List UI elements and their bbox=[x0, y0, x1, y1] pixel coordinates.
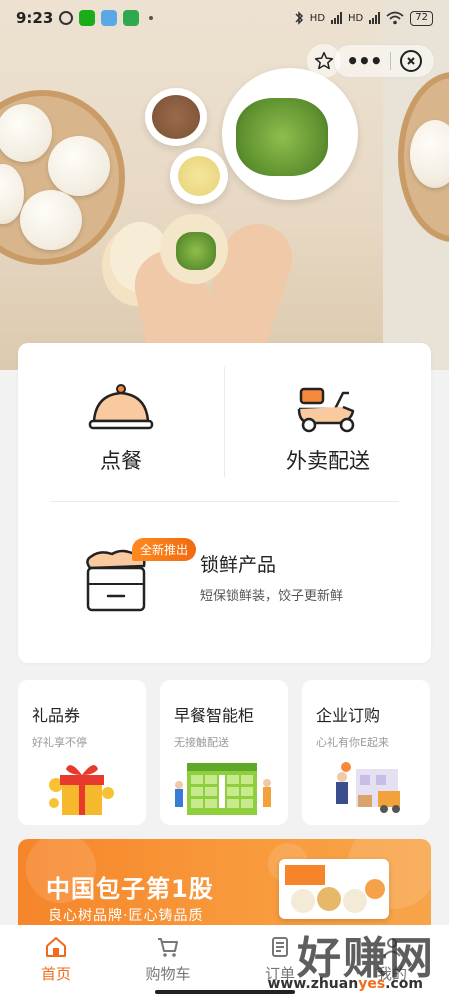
bluetooth-icon bbox=[295, 11, 303, 25]
dine-in-label: 点餐 bbox=[100, 449, 142, 473]
close-circle-icon[interactable] bbox=[399, 50, 422, 72]
smart-locker-icon bbox=[160, 749, 288, 819]
food-cloche-icon bbox=[88, 384, 154, 430]
battery-indicator: 72 bbox=[410, 10, 433, 26]
tile-subtitle: 无接触配送 bbox=[174, 736, 229, 749]
bun bbox=[20, 190, 82, 250]
watermark-url-suffix: .com bbox=[385, 976, 423, 992]
product-box-image bbox=[279, 859, 389, 919]
banner-subtitle: 良心树品牌·匠心铸品质 bbox=[48, 908, 204, 924]
notification-dot-icon bbox=[149, 16, 154, 20]
signal-icon bbox=[369, 12, 381, 24]
watermark-url: www.zhuanyes.com bbox=[267, 976, 423, 992]
horizontal-divider bbox=[50, 501, 399, 502]
oil bbox=[178, 156, 220, 196]
scooter-icon bbox=[297, 387, 355, 433]
fresh-text: 锁鲜产品 短保锁鲜装，饺子更新鲜 bbox=[200, 550, 343, 604]
fresh-subtitle: 短保锁鲜装，饺子更新鲜 bbox=[200, 589, 344, 604]
order-icon bbox=[272, 937, 288, 957]
wechat-icon bbox=[79, 10, 96, 26]
home-icon bbox=[46, 937, 66, 957]
capsule-divider bbox=[390, 52, 392, 70]
smart-locker-tile[interactable]: 早餐智能柜 无接触配送 bbox=[160, 680, 288, 825]
status-time: 9:23 bbox=[16, 9, 54, 27]
more-dots-icon[interactable]: ••• bbox=[346, 49, 382, 73]
alarm-icon bbox=[59, 11, 74, 25]
greens bbox=[236, 98, 328, 176]
wifi-icon bbox=[386, 11, 404, 25]
nav-home[interactable]: 首页 bbox=[0, 925, 112, 1000]
fresh-icon-wrap: 全新推出 bbox=[78, 538, 198, 618]
tile-title: 早餐智能柜 bbox=[174, 706, 255, 725]
dumpling-filling bbox=[176, 232, 216, 270]
gift-voucher-tile[interactable]: 礼品券 好礼享不停 bbox=[18, 680, 146, 825]
fresh-title: 锁鲜产品 bbox=[200, 554, 277, 576]
nav-cart[interactable]: 购物车 bbox=[112, 925, 224, 1000]
delivery-button[interactable]: 外卖配送 bbox=[225, 383, 431, 475]
status-bar: 9:23 HD HD 72 bbox=[0, 0, 449, 36]
tile-subtitle: 心礼有你E起来 bbox=[316, 736, 389, 749]
watermark-url-highlight: yes bbox=[358, 976, 386, 992]
watermark-url-prefix: www.zhuan bbox=[267, 976, 359, 992]
tile-title: 企业订购 bbox=[316, 706, 381, 725]
banner-title: 中国包子第1股 bbox=[46, 875, 214, 903]
star-icon bbox=[314, 51, 334, 70]
delivery-label: 外卖配送 bbox=[286, 449, 370, 473]
fresh-products-button[interactable]: 全新推出 锁鲜产品 短保锁鲜装，饺子更新鲜 bbox=[78, 538, 343, 618]
network-label-2: HD bbox=[348, 12, 364, 24]
enterprise-order-icon bbox=[302, 749, 430, 819]
bun bbox=[48, 136, 110, 196]
signal-icon bbox=[331, 12, 343, 24]
new-badge: 全新推出 bbox=[132, 538, 197, 561]
dine-in-button[interactable]: 点餐 bbox=[18, 383, 224, 475]
weather-icon bbox=[101, 10, 118, 26]
tile-subtitle: 好礼享不停 bbox=[32, 736, 87, 749]
cart-icon bbox=[158, 938, 178, 957]
network-label-1: HD bbox=[309, 12, 326, 24]
status-right: HD HD 72 bbox=[294, 10, 433, 26]
service-card: 点餐 外卖配送 全新推出 锁鲜产品 短保锁鲜装，饺子更新鲜 bbox=[18, 343, 431, 663]
miniprogram-capsule: ••• bbox=[333, 44, 435, 78]
gift-box-icon bbox=[18, 749, 146, 819]
shield-icon bbox=[123, 10, 140, 26]
nav-home-label: 首页 bbox=[40, 965, 71, 983]
tile-title: 礼品券 bbox=[32, 706, 81, 725]
meat-filling bbox=[152, 95, 200, 139]
nav-cart-label: 购物车 bbox=[145, 965, 191, 983]
enterprise-order-tile[interactable]: 企业订购 心礼有你E起来 bbox=[302, 680, 430, 825]
